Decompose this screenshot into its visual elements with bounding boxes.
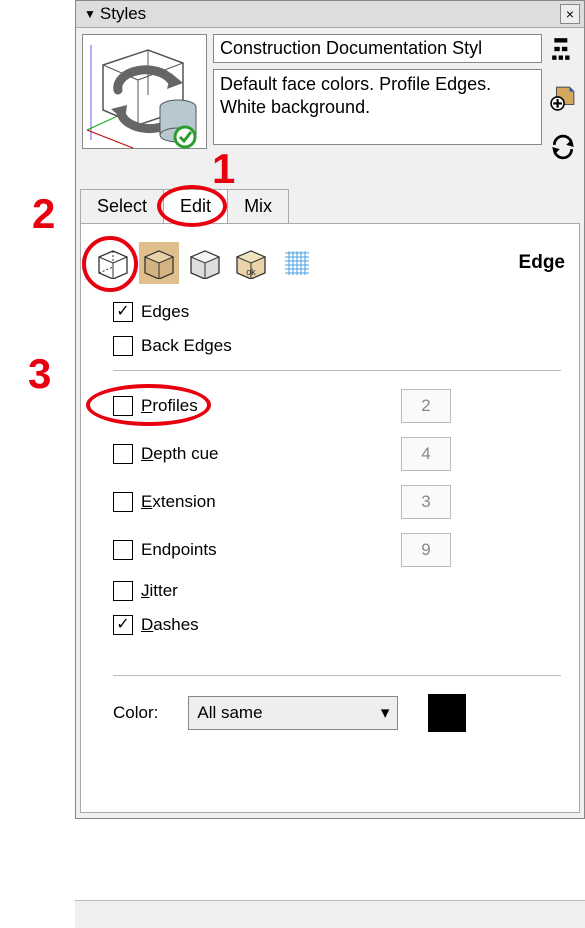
input-extension[interactable]: 3 — [401, 485, 451, 519]
style-name-field[interactable]: Construction Documentation Styl — [213, 34, 542, 63]
input-profiles[interactable]: 2 — [401, 389, 451, 423]
style-description-field[interactable]: Default face colors. Profile Edges. Whit… — [213, 69, 542, 145]
annotation-3: 3 — [28, 350, 51, 398]
color-row: Color: All same ▾ — [113, 694, 571, 732]
edit-tab-body: ok Edge Edges Back Edges Profile — [80, 223, 580, 813]
bottom-bar — [75, 900, 585, 928]
checkbox-endpoints[interactable] — [113, 540, 133, 560]
input-depth-cue[interactable]: 4 — [401, 437, 451, 471]
divider — [113, 675, 561, 676]
style-thumbnail[interactable] — [82, 34, 207, 149]
row-dashes: Dashes — [113, 615, 571, 635]
styles-panel: ▼ Styles × — [75, 0, 585, 819]
checkbox-jitter[interactable] — [113, 581, 133, 601]
collapse-icon[interactable]: ▼ — [84, 7, 96, 21]
color-label: Color: — [113, 703, 158, 723]
annotation-2: 2 — [32, 190, 55, 238]
tab-bar: Select Edit Mix — [76, 171, 584, 224]
color-dropdown[interactable]: All same ▾ — [188, 696, 398, 730]
checkbox-extension[interactable] — [113, 492, 133, 512]
label-profiles: Profiles — [141, 396, 198, 416]
checkbox-profiles[interactable] — [113, 396, 133, 416]
input-endpoints[interactable]: 9 — [401, 533, 451, 567]
tab-edit[interactable]: Edit — [163, 189, 228, 224]
label-edges: Edges — [141, 302, 189, 322]
update-style-icon[interactable] — [550, 134, 576, 165]
modeling-settings-icon[interactable] — [277, 242, 317, 284]
checkbox-back-edges[interactable] — [113, 336, 133, 356]
style-preview-row: Construction Documentation Styl Default … — [76, 28, 584, 171]
close-icon: × — [566, 6, 574, 22]
panel-title: Styles — [100, 4, 146, 24]
details-icon[interactable] — [550, 36, 576, 67]
annotation-1: 1 — [212, 145, 235, 193]
face-settings-icon[interactable] — [139, 242, 179, 284]
tab-mix[interactable]: Mix — [227, 189, 289, 224]
edit-subtab-bar: ok Edge — [89, 234, 571, 302]
divider — [113, 370, 561, 371]
checkbox-dashes[interactable] — [113, 615, 133, 635]
edge-settings-icon[interactable] — [93, 242, 133, 284]
row-jitter: Jitter — [113, 581, 571, 601]
label-jitter: Jitter — [141, 581, 178, 601]
label-back-edges: Back Edges — [141, 336, 232, 356]
row-extension: Extension 3 — [113, 485, 571, 519]
close-button[interactable]: × — [560, 4, 580, 24]
color-swatch[interactable] — [428, 694, 466, 732]
chevron-down-icon: ▾ — [381, 703, 390, 723]
tab-select[interactable]: Select — [80, 189, 164, 224]
row-profiles: Profiles 2 — [113, 389, 571, 423]
background-settings-icon[interactable] — [185, 242, 225, 284]
checkbox-depth-cue[interactable] — [113, 444, 133, 464]
checkbox-edges[interactable] — [113, 302, 133, 322]
svg-text:ok: ok — [246, 267, 256, 277]
label-depth-cue: Depth cue — [141, 444, 219, 464]
watermark-settings-icon[interactable]: ok — [231, 242, 271, 284]
row-depth-cue: Depth cue 4 — [113, 437, 571, 471]
label-dashes: Dashes — [141, 615, 199, 635]
row-back-edges: Back Edges — [113, 336, 571, 356]
create-style-icon[interactable] — [550, 85, 576, 116]
color-dropdown-value: All same — [197, 703, 262, 723]
row-endpoints: Endpoints 9 — [113, 533, 571, 567]
section-heading: Edge — [519, 252, 571, 274]
panel-header: ▼ Styles × — [76, 1, 584, 28]
row-edges: Edges — [113, 302, 571, 322]
label-extension: Extension — [141, 492, 216, 512]
label-endpoints: Endpoints — [141, 540, 217, 560]
